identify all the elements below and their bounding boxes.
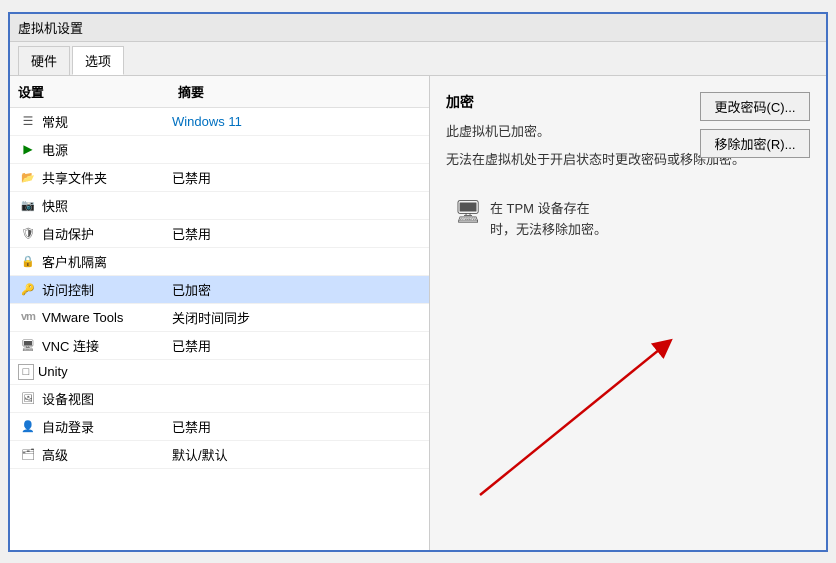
title-bar: 虚拟机设置 bbox=[10, 14, 826, 42]
list-item[interactable]: 🗂 高级 默认/默认 bbox=[10, 441, 429, 469]
item-name: VNC 连接 bbox=[42, 336, 172, 355]
item-value: 已禁用 bbox=[172, 336, 421, 355]
window-title: 虚拟机设置 bbox=[18, 21, 83, 36]
col2-header: 摘要 bbox=[178, 82, 421, 101]
list-item-access-control[interactable]: 🔑 访问控制 已加密 bbox=[10, 276, 429, 304]
snapshot-icon: 📷 bbox=[18, 199, 38, 212]
tpm-notice: 🖥 在 TPM 设备存在时，无法移除加密。 bbox=[446, 191, 810, 249]
item-value: 默认/默认 bbox=[172, 445, 421, 464]
tpm-icon: 🖥 bbox=[454, 199, 482, 225]
tab-bar: 硬件 选项 bbox=[10, 42, 826, 76]
item-name: 客户机隔离 bbox=[42, 252, 172, 271]
item-name: Unity bbox=[38, 364, 168, 379]
list-item[interactable]: 📷 快照 bbox=[10, 192, 429, 220]
list-item-unity[interactable]: □ Unity bbox=[10, 360, 429, 385]
item-value: Windows 11 bbox=[172, 114, 421, 129]
list-item[interactable]: vm VMware Tools 关闭时间同步 bbox=[10, 304, 429, 332]
arrow-annotation bbox=[450, 310, 710, 510]
item-value: 关闭时间同步 bbox=[172, 308, 421, 327]
item-name: 电源 bbox=[42, 140, 172, 159]
item-name: VMware Tools bbox=[42, 310, 172, 325]
list-item[interactable]: 🖥 VNC 连接 已禁用 bbox=[10, 332, 429, 360]
power-icon: ▶ bbox=[18, 142, 38, 156]
item-name: 快照 bbox=[42, 196, 172, 215]
change-password-button[interactable]: 更改密码(C)... bbox=[700, 92, 810, 121]
tab-options[interactable]: 选项 bbox=[72, 46, 124, 75]
list-item[interactable]: 🔒 客户机隔离 bbox=[10, 248, 429, 276]
settings-list-panel: 设置 摘要 ☰ 常规 Windows 11 ▶ 电源 📂 共享文件夹 已禁用 bbox=[10, 76, 430, 550]
vnc-icon: 🖥 bbox=[18, 339, 38, 352]
sharedfolder-icon: 📂 bbox=[18, 171, 38, 184]
item-value: 已禁用 bbox=[172, 417, 421, 436]
item-name: 共享文件夹 bbox=[42, 168, 172, 187]
autologon-icon: 👤 bbox=[18, 420, 38, 433]
vmwaretools-icon: vm bbox=[18, 311, 38, 323]
list-item[interactable]: 👤 自动登录 已禁用 bbox=[10, 413, 429, 441]
unity-icon: □ bbox=[18, 364, 34, 380]
list-item[interactable]: ▶ 电源 bbox=[10, 136, 429, 164]
list-item[interactable]: ☰ 常规 Windows 11 bbox=[10, 108, 429, 136]
col1-header: 设置 bbox=[18, 82, 178, 101]
guest-isolation-icon: 🔒 bbox=[18, 255, 38, 268]
advanced-icon: 🗂 bbox=[18, 448, 38, 461]
autoprotect-icon: 🛡 bbox=[18, 227, 38, 240]
right-detail-panel: 加密 此虚拟机已加密。 无法在虚拟机处于开启状态时更改密码或移除加密。 更改密码… bbox=[430, 76, 826, 550]
deviceview-icon: 🖼 bbox=[18, 392, 38, 405]
item-value: 已禁用 bbox=[172, 224, 421, 243]
item-name: 自动保护 bbox=[42, 224, 172, 243]
tab-hardware[interactable]: 硬件 bbox=[18, 46, 70, 75]
item-name: 访问控制 bbox=[42, 280, 172, 299]
main-content: 设置 摘要 ☰ 常规 Windows 11 ▶ 电源 📂 共享文件夹 已禁用 bbox=[10, 76, 826, 550]
access-control-icon: 🔑 bbox=[18, 283, 38, 296]
item-value: 已禁用 bbox=[172, 168, 421, 187]
action-buttons: 更改密码(C)... 移除加密(R)... bbox=[700, 92, 810, 158]
general-icon: ☰ bbox=[18, 114, 38, 128]
list-item[interactable]: 🖼 设备视图 bbox=[10, 385, 429, 413]
item-name: 自动登录 bbox=[42, 417, 172, 436]
tpm-text: 在 TPM 设备存在时，无法移除加密。 bbox=[490, 199, 607, 241]
remove-encryption-button[interactable]: 移除加密(R)... bbox=[700, 129, 810, 158]
item-name: 高级 bbox=[42, 445, 172, 464]
list-item[interactable]: 📂 共享文件夹 已禁用 bbox=[10, 164, 429, 192]
item-name: 常规 bbox=[42, 112, 172, 131]
item-name: 设备视图 bbox=[42, 389, 172, 408]
list-header: 设置 摘要 bbox=[10, 76, 429, 108]
item-value: 已加密 bbox=[172, 280, 421, 299]
list-item[interactable]: 🛡 自动保护 已禁用 bbox=[10, 220, 429, 248]
main-window: 虚拟机设置 硬件 选项 设置 摘要 ☰ 常规 Windows 11 ▶ 电源 bbox=[8, 12, 828, 552]
